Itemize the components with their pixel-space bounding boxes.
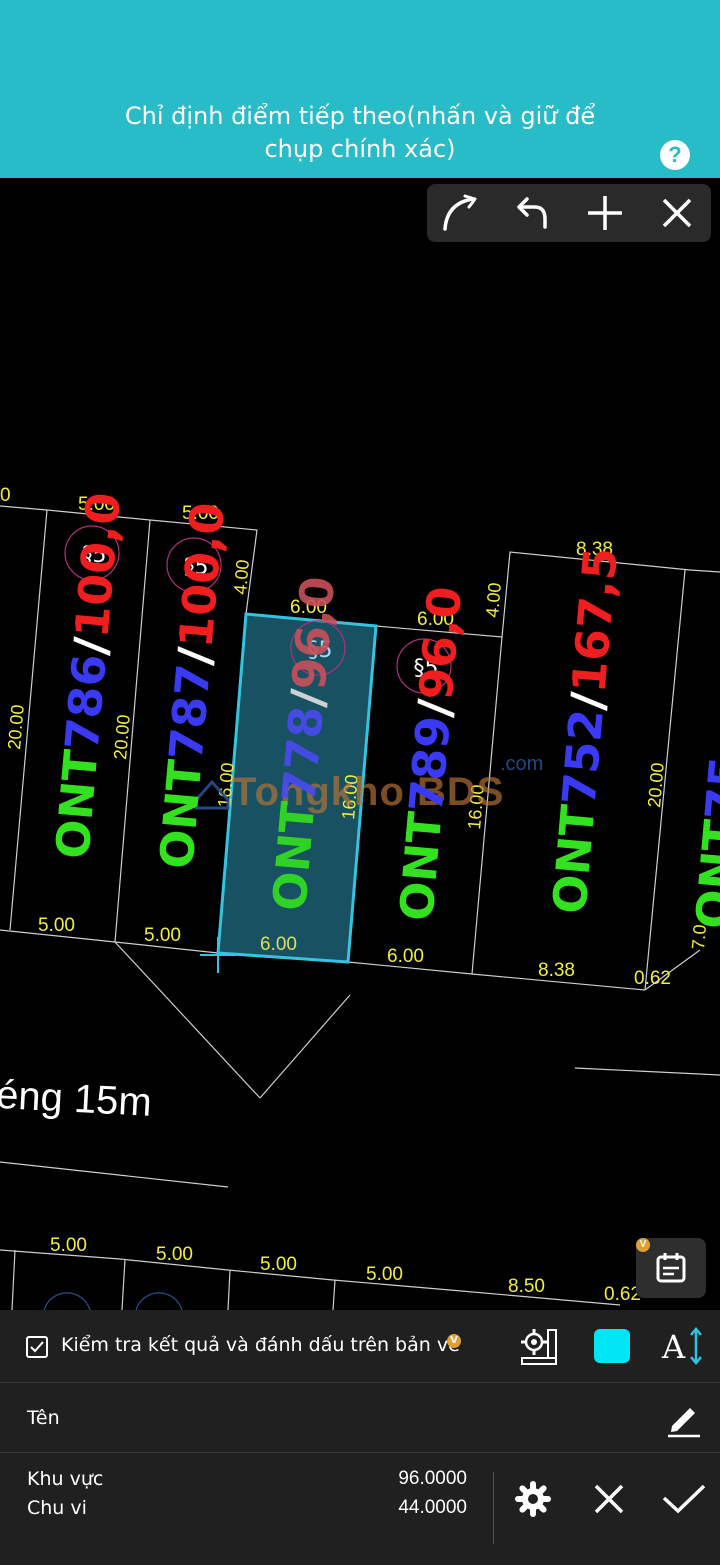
dim-label: 5.00 [144, 925, 181, 946]
instruction-line-2: chụp chính xác) [264, 135, 456, 163]
dim-label: 8.38 [538, 960, 575, 981]
close-icon [594, 1484, 624, 1514]
check-icon [30, 1341, 44, 1353]
arc-button[interactable] [431, 184, 491, 242]
dim-label: 20.00 [644, 762, 668, 809]
area-value: 96.0000 [398, 1468, 467, 1489]
divider [493, 1472, 494, 1544]
measure-settings-button[interactable] [518, 1326, 560, 1366]
dim-label: 5.00 [50, 1235, 87, 1256]
settings-button[interactable] [510, 1476, 556, 1522]
dim-label: 5.00 [366, 1264, 403, 1285]
result-row: Khu vực 96.0000 Chu vi 44.0000 [0, 1452, 720, 1565]
perimeter-value: 44.0000 [398, 1497, 467, 1518]
dim-label: 5.00 [156, 1244, 193, 1265]
svg-text:A: A [661, 1328, 686, 1366]
dim-label: 8.50 [508, 1276, 545, 1297]
area-label: Khu vực [27, 1468, 104, 1490]
perimeter-label: Chu vi [27, 1497, 87, 1519]
verify-checkbox[interactable] [26, 1336, 48, 1358]
partial-symbols [43, 1292, 183, 1310]
header-bar: Chỉ định điểm tiếp theo(nhấn và giữ để c… [0, 0, 720, 178]
dim-label: 5.00 [260, 1254, 297, 1275]
instruction-text: Chỉ định điểm tiếp theo(nhấn và giữ để c… [80, 100, 640, 166]
dim-label: 20.00 [110, 714, 134, 761]
close-icon [662, 198, 692, 228]
dim-label: 0.62 [634, 968, 671, 989]
text-size-button[interactable]: A [660, 1324, 706, 1368]
lot-code: ONT787/100,0 [149, 500, 235, 871]
cad-canvas[interactable]: §5 §5 §5 §5 0 5.00 5.00 6.00 6.00 8.38 5… [0, 178, 720, 1310]
dim-label: 4.00 [482, 582, 505, 619]
undo-icon [517, 197, 547, 229]
edit-name-button[interactable] [664, 1398, 704, 1438]
watermark-com: .com [500, 753, 543, 775]
dim-label: 5.00 [38, 915, 75, 936]
dim-label: 4.00 [230, 559, 253, 596]
add-point-button[interactable] [575, 184, 635, 242]
dim-label: 6.00 [387, 946, 424, 967]
drawing-toolbar [427, 184, 711, 242]
color-swatch-button[interactable] [594, 1329, 630, 1363]
help-button[interactable]: ? [660, 140, 690, 170]
check-icon [662, 1484, 706, 1514]
undo-button[interactable] [501, 184, 561, 242]
dim-label: 6.00 [260, 934, 297, 955]
calendar-icon [656, 1253, 686, 1283]
gear-ruler-icon [521, 1329, 557, 1365]
lot-code: ONT786/100,0 [45, 490, 131, 861]
arc-icon [443, 194, 477, 231]
cancel-button[interactable] [586, 1476, 632, 1522]
plus-icon [588, 196, 622, 230]
instruction-line-1: Chỉ định điểm tiếp theo(nhấn và giữ để [124, 102, 596, 130]
lot-code: ONT75 [685, 754, 720, 931]
vip-badge: V [636, 1238, 650, 1252]
confirm-button[interactable] [660, 1476, 708, 1522]
dim-label: 0 [0, 485, 11, 506]
close-tool-button[interactable] [647, 184, 707, 242]
check-row: Kiểm tra kết quả và đánh dấu trên bản vẽ… [0, 1310, 720, 1383]
name-label: Tên [27, 1407, 60, 1429]
name-row: Tên [0, 1382, 720, 1453]
gear-icon [515, 1481, 551, 1517]
lot-code: ONT789/96,0 [389, 584, 472, 923]
text-size-icon: A [661, 1327, 702, 1366]
pencil-icon [668, 1408, 700, 1438]
measure-panel: Kiểm tra kết quả và đánh dấu trên bản vẽ… [0, 1310, 720, 1565]
lot-code: ONT752/167,5 [542, 545, 628, 916]
road-label: éng 15m [0, 1073, 153, 1125]
dim-label: 20.00 [4, 704, 28, 751]
verify-checkbox-label[interactable]: Kiểm tra kết quả và đánh dấu trên bản vẽ [61, 1334, 460, 1356]
vip-badge: V [447, 1334, 461, 1348]
